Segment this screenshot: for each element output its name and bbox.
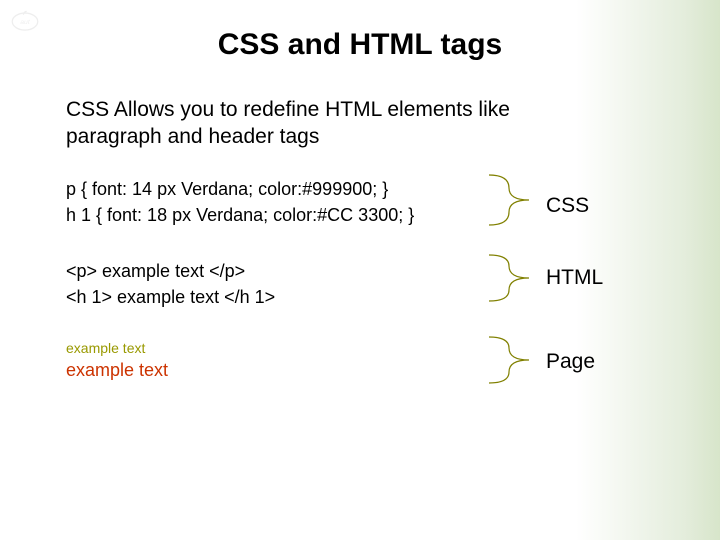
brace-icon [484,334,534,386]
label-page: Page [546,350,595,374]
html-line-2: <h 1> example text </h 1> [66,284,275,310]
brace-icon [484,252,534,304]
label-css: CSS [546,194,589,218]
slide-subtitle: CSS Allows you to redefine HTML elements… [66,96,586,151]
rendered-heading: example text [66,360,168,381]
rendered-paragraph: example text [66,340,168,356]
html-line-1: <p> example text </p> [66,258,275,284]
slide-title: CSS and HTML tags [0,28,720,62]
css-line-1: p { font: 14 px Verdana; color:#999900; … [66,176,414,202]
svg-text:aut: aut [20,19,31,26]
label-html: HTML [546,266,603,290]
css-line-2: h 1 { font: 18 px Verdana; color:#CC 330… [66,202,414,228]
html-code-block: <p> example text </p> <h 1> example text… [66,258,275,310]
rendered-page-block: example text example text [66,340,168,381]
brace-icon [484,172,534,228]
css-code-block: p { font: 14 px Verdana; color:#999900; … [66,176,414,228]
